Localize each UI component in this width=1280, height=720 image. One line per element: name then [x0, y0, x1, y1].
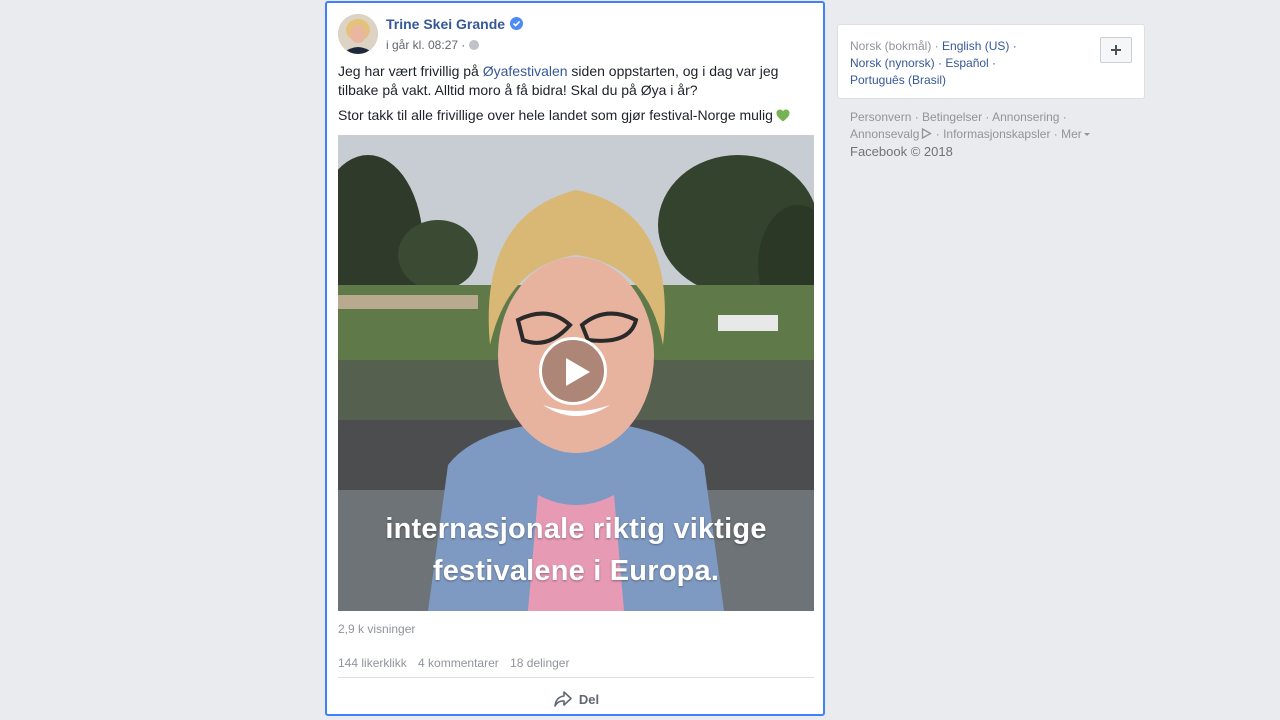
video-caption-line1: internasjonale riktig viktige [385, 513, 767, 545]
share-icon [554, 691, 572, 707]
post-card: Trine Skei Grande i går kl. 08:27 · Jeg … [325, 1, 825, 716]
post-text-line2: Stor takk til alle frivillige over hele … [338, 106, 808, 125]
green-heart-icon [776, 108, 790, 122]
author-name[interactable]: Trine Skei Grande [386, 16, 524, 32]
engagement-stats: 144 likerklikk 4 kommentarer 18 delinger [338, 656, 577, 670]
footer-annonsering[interactable]: Annonsering · [992, 110, 1067, 124]
adchoices-icon [922, 127, 933, 140]
play-icon [566, 358, 590, 386]
footer-informasjonskapsler[interactable]: · Informasjonskapsler · [936, 127, 1058, 141]
shares-count[interactable]: 18 delinger [510, 656, 569, 670]
plus-icon [1111, 45, 1121, 55]
post-meta: i går kl. 08:27 · [386, 38, 480, 52]
language-portugues-brasil[interactable]: Português (Brasil) [850, 73, 946, 87]
footer-personvern[interactable]: Personvern · [850, 110, 919, 124]
play-button[interactable] [539, 337, 607, 405]
language-current: Norsk (bokmål) · [850, 39, 939, 53]
video-caption-line2: festivalene i Europa. [432, 555, 720, 587]
oyafestivalen-link[interactable]: Øyafestivalen [483, 63, 568, 79]
view-count: 2,9 k visninger [338, 622, 416, 636]
post-text-line2-text: Stor takk til alle frivillige over hele … [338, 107, 773, 123]
footer-annonsevalg[interactable]: Annonsevalg [850, 127, 919, 141]
caret-down-icon [1083, 133, 1090, 136]
language-list: Norsk (bokmål) · English (US) · Norsk (n… [850, 38, 1070, 89]
footer-betingelser[interactable]: Betingelser · [922, 110, 989, 124]
divider [338, 677, 814, 678]
globe-icon [469, 40, 480, 50]
post-timestamp[interactable]: i går kl. 08:27 · [386, 38, 465, 52]
language-english-us[interactable]: English (US) · [942, 39, 1017, 53]
more-languages-button[interactable] [1100, 37, 1132, 63]
language-espanol[interactable]: Español · [945, 56, 996, 70]
post-text-part1: Jeg har vært frivillig på [338, 63, 483, 79]
copyright: Facebook © 2018 [850, 144, 953, 159]
author-avatar[interactable] [338, 14, 378, 54]
language-norsk-nynorsk[interactable]: Norsk (nynorsk) · [850, 56, 942, 70]
footer-mer[interactable]: Mer [1061, 127, 1082, 141]
language-selector: Norsk (bokmål) · English (US) · Norsk (n… [837, 24, 1145, 99]
footer-links: Personvern · Betingelser · Annonsering ·… [850, 109, 1140, 161]
likes-count[interactable]: 144 likerklikk [338, 656, 407, 670]
video-player[interactable]: internasjonale riktig viktige festivalen… [338, 135, 814, 611]
share-button[interactable]: Del [338, 685, 814, 713]
share-label: Del [578, 691, 600, 707]
comments-count[interactable]: 4 kommentarer [418, 656, 499, 670]
author-name-text[interactable]: Trine Skei Grande [386, 16, 505, 32]
post-text: Jeg har vært frivillig på Øyafestivalen … [338, 62, 808, 100]
verified-badge-icon [510, 17, 524, 30]
